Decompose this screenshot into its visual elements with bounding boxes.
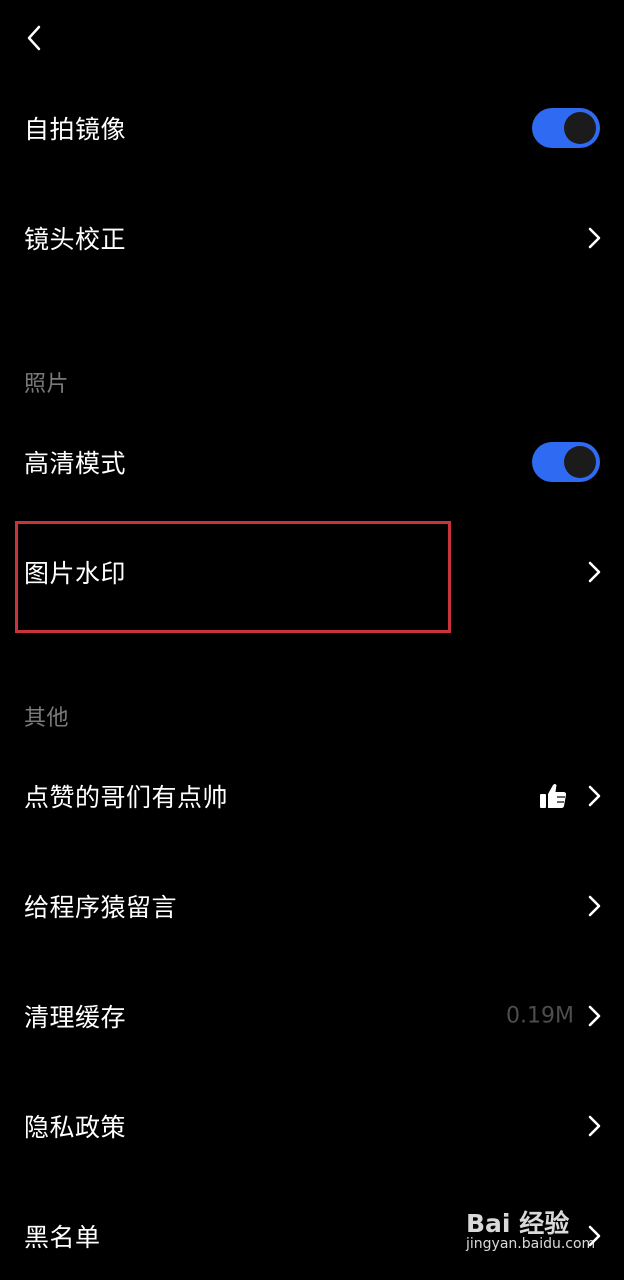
watermark-logo: Bai 经验 <box>466 1209 570 1238</box>
chevron-right-icon <box>584 1002 604 1030</box>
section-title-photo: 照片 <box>24 372 70 397</box>
setting-label: 隐私政策 <box>24 1113 127 1142</box>
chevron-right-icon <box>584 782 604 810</box>
chevron-right-icon <box>584 892 604 920</box>
chevron-right-icon <box>584 1112 604 1140</box>
chevron-left-icon <box>27 25 41 51</box>
toggle-knob <box>564 446 596 478</box>
chevron-right-icon <box>584 558 604 586</box>
setting-label: 黑名单 <box>24 1223 101 1252</box>
setting-label: 高清模式 <box>24 449 127 478</box>
cache-size-value: 0.19M <box>506 1003 574 1029</box>
selfie-mirror-toggle[interactable] <box>532 108 600 148</box>
setting-row-like[interactable]: 点赞的哥们有点帅 <box>0 752 624 840</box>
highlight-box <box>15 521 451 633</box>
setting-row-selfie-mirror[interactable]: 自拍镜像 <box>0 84 624 172</box>
chevron-right-icon <box>584 224 604 252</box>
setting-label: 自拍镜像 <box>24 115 127 144</box>
setting-row-feedback[interactable]: 给程序猿留言 <box>0 862 624 950</box>
setting-label: 给程序猿留言 <box>24 893 178 922</box>
back-button[interactable] <box>18 20 54 56</box>
hd-mode-toggle[interactable] <box>532 442 600 482</box>
setting-row-hd-mode[interactable]: 高清模式 <box>0 418 624 506</box>
baidu-jingyan-watermark: Bai 经验 jingyan.baidu.com <box>466 1204 606 1254</box>
setting-label: 点赞的哥们有点帅 <box>24 783 229 812</box>
setting-label: 镜头校正 <box>24 225 127 254</box>
setting-row-clear-cache[interactable]: 清理缓存 0.19M <box>0 972 624 1060</box>
thumbs-up-icon <box>538 781 568 811</box>
setting-label: 清理缓存 <box>24 1003 127 1032</box>
setting-row-lens-correction[interactable]: 镜头校正 <box>0 194 624 282</box>
watermark-url: jingyan.baidu.com <box>466 1236 596 1252</box>
section-title-other: 其他 <box>24 706 70 731</box>
setting-row-privacy-policy[interactable]: 隐私政策 <box>0 1082 624 1170</box>
toggle-knob <box>564 112 596 144</box>
